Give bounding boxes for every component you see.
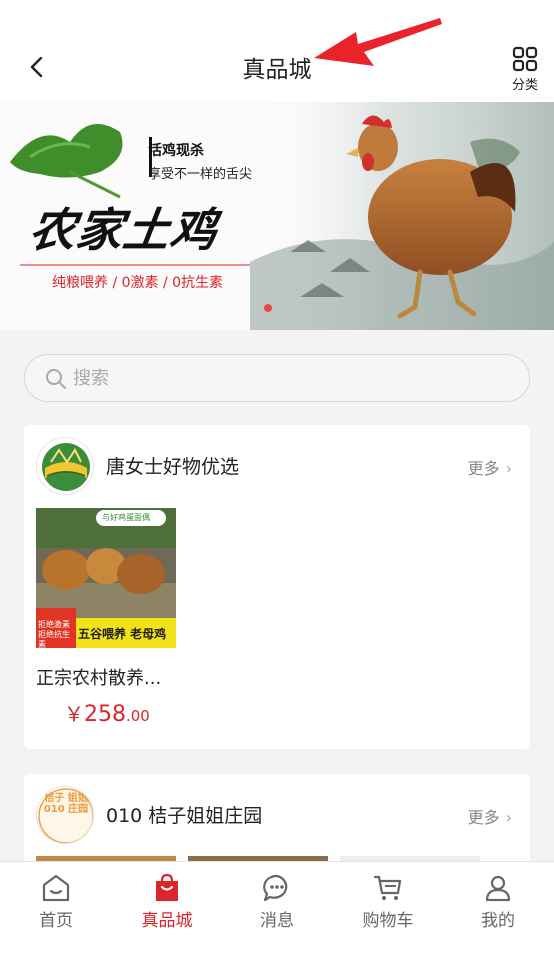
page-title: 真品城 [242, 57, 312, 83]
slogan-line2: 享受不一样的舌尖 [148, 167, 253, 182]
product-price: ￥258.00 [64, 698, 150, 727]
more-button[interactable]: 更多 › [468, 804, 512, 828]
home-icon [42, 874, 70, 902]
store-logo[interactable] [36, 437, 94, 495]
farm-logo-icon [42, 443, 90, 491]
search-icon [46, 369, 66, 389]
price-integer: 258 [84, 702, 126, 727]
search-input[interactable] [73, 355, 513, 401]
category-label: 分类 [511, 78, 538, 93]
tab-label: 真品城 [141, 911, 193, 931]
tab-label: 购物车 [362, 911, 414, 931]
store-name[interactable]: 唐女士好物优选 [106, 452, 239, 479]
bottom-tab-bar: 首页 真品城 消息 购物车 我的 [0, 861, 554, 953]
product-name[interactable]: 正宗农村散养... [36, 664, 161, 690]
store-card: 唐女士好物优选 更多 › 与好鸡蛋面偶 拒绝激素 拒绝抗生素 五谷喂养 老母鸡 正… [24, 425, 530, 749]
product-image-caption: 五谷喂养 老母鸡 [78, 627, 167, 641]
grid-icon [512, 46, 538, 72]
tab-messages[interactable]: 消息 [237, 872, 317, 931]
logo-text: 桔子 姐姐 010 庄园 [43, 793, 89, 815]
tab-label: 首页 [39, 911, 73, 931]
chevron-right-icon: › [505, 459, 512, 478]
tab-home[interactable]: 首页 [16, 872, 96, 931]
store-logo[interactable]: 桔子 姐姐 010 庄园 [36, 786, 94, 844]
shopping-bag-icon [156, 873, 178, 901]
brand-text: 农家土鸡 [25, 203, 222, 257]
chevron-right-icon: › [505, 808, 512, 827]
tab-profile[interactable]: 我的 [458, 872, 538, 931]
product-image-badge: 拒绝激素 拒绝抗生素 [38, 620, 70, 648]
promo-banner[interactable]: 活鸡现杀 享受不一样的舌尖 农家土鸡 纯粮喂养 / 0激素 / 0抗生素 [0, 102, 554, 330]
banner-tagline: 纯粮喂养 / 0激素 / 0抗生素 [52, 275, 224, 291]
tab-cart[interactable]: 购物车 [348, 872, 428, 931]
more-button[interactable]: 更多 › [468, 455, 512, 479]
more-label: 更多 [467, 808, 500, 827]
category-button[interactable]: 分类 [510, 46, 540, 93]
cart-icon [373, 875, 402, 900]
annotation-arrow-icon [314, 18, 442, 66]
tab-label: 我的 [481, 911, 515, 931]
more-label: 更多 [467, 459, 500, 478]
price-symbol: ￥ [64, 702, 84, 726]
store-name[interactable]: 010 桔子姐姐庄园 [106, 801, 262, 828]
header: 真品城 分类 [0, 0, 554, 102]
price-decimal: .00 [126, 707, 150, 725]
user-icon [485, 875, 511, 902]
tab-mall[interactable]: 真品城 [127, 872, 207, 931]
search-bar[interactable] [24, 354, 530, 402]
tab-label: 消息 [260, 911, 294, 931]
pagination-dot[interactable] [264, 304, 272, 312]
chat-icon [263, 874, 288, 902]
store-card: 桔子 姐姐 010 庄园 010 桔子姐姐庄园 更多 › [24, 774, 530, 874]
slogan: 活鸡现杀 享受不一样的舌尖 [148, 140, 270, 182]
slogan-line1: 活鸡现杀 [148, 143, 204, 159]
product-image-tag: 与好鸡蛋面偶 [102, 513, 150, 522]
product-image[interactable]: 与好鸡蛋面偶 拒绝激素 拒绝抗生素 五谷喂养 老母鸡 [36, 508, 176, 648]
